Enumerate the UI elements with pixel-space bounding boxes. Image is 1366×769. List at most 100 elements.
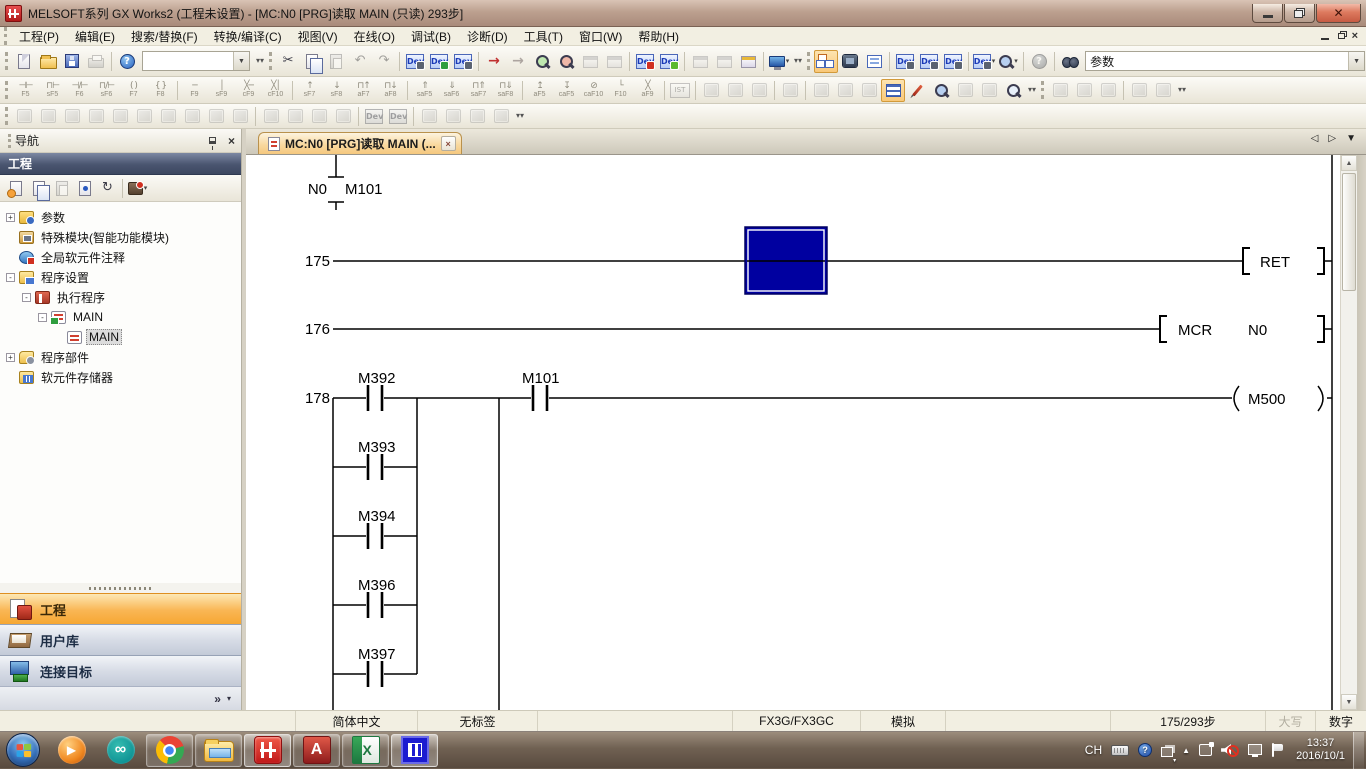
tree-item-program-setting[interactable]: -程序设置 bbox=[0, 267, 241, 287]
ladder-symbol-F5[interactable]: ⊣⊢F5 bbox=[12, 79, 39, 102]
watch-target-combo[interactable]: 参数▼ bbox=[1085, 51, 1365, 71]
scroll-track[interactable] bbox=[1341, 171, 1357, 694]
ladder-symbol-cF10[interactable]: ╳│cF10 bbox=[262, 79, 289, 102]
toolbar-overflow[interactable]: ▾▾ bbox=[1175, 86, 1189, 94]
start-button[interactable] bbox=[6, 733, 40, 767]
mdi-close-button[interactable]: × bbox=[1352, 30, 1358, 42]
scroll-thumb[interactable] bbox=[1342, 173, 1356, 291]
minimize-button[interactable] bbox=[1252, 4, 1283, 23]
device-display-button[interactable]: Dev▾ bbox=[972, 50, 996, 73]
menubar-grip[interactable] bbox=[4, 27, 7, 45]
tray-window-icon[interactable] bbox=[1161, 747, 1173, 757]
combo-dropdown-arrow[interactable]: ▼ bbox=[1348, 52, 1364, 70]
title-bar[interactable]: MELSOFT系列 GX Works2 (工程未设置) - [MC:N0 [PR… bbox=[0, 0, 1366, 27]
ladder-symbol-saF5[interactable]: ⇑saF5 bbox=[411, 79, 438, 102]
help-button[interactable]: ? bbox=[115, 50, 139, 73]
toolbar-overflow[interactable]: ▾▾ bbox=[1025, 86, 1039, 94]
show-hidden-icons[interactable]: ▲ bbox=[1182, 746, 1190, 755]
menu-item-window[interactable]: 窗口(W) bbox=[571, 27, 630, 46]
tree-expander[interactable]: + bbox=[6, 353, 15, 362]
ladder-editor[interactable]: N0 M101 175 RE bbox=[246, 155, 1340, 710]
tree-expander[interactable]: + bbox=[6, 213, 15, 222]
ladder-symbol-F8[interactable]: { }F8 bbox=[147, 79, 174, 102]
menu-item-find-replace[interactable]: 搜索/替换(F) bbox=[123, 27, 206, 46]
tree-item-main-ladder[interactable]: MAIN bbox=[0, 327, 241, 347]
ladder-symbol-sF7[interactable]: ↑sF7 bbox=[296, 79, 323, 102]
document-tab[interactable]: MC:N0 [PRG]读取 MAIN (... × bbox=[258, 132, 462, 154]
nav-footer-chevron[interactable]: » bbox=[214, 692, 221, 706]
menu-item-tools[interactable]: 工具(T) bbox=[516, 27, 571, 46]
dropdown-arrow-icon[interactable]: ▾ bbox=[1014, 57, 1018, 65]
action-center-icon[interactable] bbox=[1271, 743, 1283, 757]
toolbar-overflow[interactable]: ▾▾ bbox=[253, 57, 267, 65]
toolbar-grip[interactable] bbox=[807, 52, 810, 70]
taskbar-clock[interactable]: 13:372016/10/1 bbox=[1296, 737, 1345, 763]
tree-item-execution-program[interactable]: -执行程序 bbox=[0, 287, 241, 307]
nav-refresh-button[interactable]: ↻ bbox=[96, 177, 119, 199]
zoom-button[interactable] bbox=[1001, 79, 1025, 102]
ladder-symbol-saF8[interactable]: ⊓⇓saF8 bbox=[492, 79, 519, 102]
tab-close-button[interactable]: × bbox=[441, 136, 456, 151]
tree-expander[interactable]: - bbox=[22, 293, 31, 302]
nav-new-item-button[interactable] bbox=[4, 177, 27, 199]
toolbar-grip[interactable] bbox=[5, 107, 8, 125]
tab-scroll-right[interactable]: ▷ bbox=[1328, 134, 1336, 144]
ladder-symbol-F7[interactable]: ( )F7 bbox=[120, 79, 147, 102]
scroll-up-button[interactable]: ▲ bbox=[1341, 155, 1357, 171]
device-find-button[interactable]: ▾ bbox=[996, 50, 1020, 73]
menu-item-debug[interactable]: 调试(B) bbox=[403, 27, 459, 46]
verify-with-plc-button[interactable]: Dev bbox=[451, 50, 475, 73]
ladder-symbol-sF9[interactable]: │sF9 bbox=[208, 79, 235, 102]
ladder-symbol-F10[interactable]: └F10 bbox=[607, 79, 634, 102]
mdi-restore-button[interactable] bbox=[1338, 33, 1345, 39]
tray-help-icon[interactable]: ? bbox=[1138, 743, 1152, 757]
ladder-symbol-sF5[interactable]: ⊓⊢sF5 bbox=[39, 79, 66, 102]
toolbar-overflow[interactable]: ▾▾ bbox=[513, 112, 527, 120]
ladder-symbol-aF7[interactable]: ⊓↑aF7 bbox=[350, 79, 377, 102]
tree-expander[interactable]: - bbox=[6, 273, 15, 282]
remove-hardware-icon[interactable] bbox=[1199, 744, 1212, 756]
copy-button[interactable] bbox=[300, 50, 324, 73]
taskbar-chrome[interactable] bbox=[146, 734, 193, 767]
show-desktop-button[interactable] bbox=[1353, 732, 1364, 769]
ladder-symbol-aF9[interactable]: ╳aF9 bbox=[634, 79, 661, 102]
ladder-symbol-aF8[interactable]: ⊓↓aF8 bbox=[377, 79, 404, 102]
ladder-symbol-cF9[interactable]: ╳─cF9 bbox=[235, 79, 262, 102]
cross-reference-button[interactable] bbox=[1058, 50, 1082, 73]
nav-grip[interactable] bbox=[8, 134, 11, 148]
restore-button[interactable] bbox=[1284, 4, 1315, 23]
tab-scroll-left[interactable]: ◁ bbox=[1311, 134, 1319, 144]
read-from-plc-button[interactable]: Dev bbox=[427, 50, 451, 73]
nav-property-button[interactable] bbox=[73, 177, 96, 199]
close-button[interactable]: ✕ bbox=[1316, 4, 1361, 23]
ladder-symbol-F6[interactable]: ⊣/⊢F6 bbox=[66, 79, 93, 102]
ladder-symbol-caF10[interactable]: ⊘caF10 bbox=[580, 79, 607, 102]
menu-item-edit[interactable]: 编辑(E) bbox=[67, 27, 123, 46]
dropdown-arrow-icon[interactable]: ▾ bbox=[144, 184, 148, 192]
nav-button-connection-target[interactable]: 连接目标 bbox=[0, 655, 241, 686]
nav-copy-button[interactable] bbox=[27, 177, 50, 199]
nav-splitter-grip[interactable] bbox=[0, 583, 241, 593]
quick-find-combo[interactable]: ▼ bbox=[142, 51, 250, 71]
function-block-window-button[interactable] bbox=[838, 50, 862, 73]
tree-expander[interactable]: - bbox=[38, 313, 47, 322]
taskbar-windows-explorer[interactable] bbox=[195, 734, 242, 767]
toolbar-grip[interactable] bbox=[5, 52, 8, 70]
simulation-monitor-button[interactable]: ▾ bbox=[767, 50, 791, 73]
tree-item-pou[interactable]: +程序部件 bbox=[0, 347, 241, 367]
ladder-symbol-sF8[interactable]: ↓sF8 bbox=[323, 79, 350, 102]
toolbar-grip[interactable] bbox=[5, 81, 8, 99]
taskbar-excel[interactable] bbox=[342, 734, 389, 767]
dropdown-arrow-icon[interactable]: ▾ bbox=[992, 57, 996, 65]
menu-item-diagnostics[interactable]: 诊断(D) bbox=[459, 27, 516, 46]
note-edit-button[interactable] bbox=[905, 79, 929, 102]
tree-item-main-program-block[interactable]: -MAIN bbox=[0, 307, 241, 327]
tree-item-intelligent-function-module[interactable]: 特殊模块(智能功能模块) bbox=[0, 227, 241, 247]
taskbar-windows-media-player[interactable] bbox=[48, 734, 95, 767]
device-read-mode-button[interactable]: Dev bbox=[657, 50, 681, 73]
nav-sort-filter-button[interactable]: ▾ bbox=[126, 177, 149, 199]
scroll-down-button[interactable]: ▼ bbox=[1341, 694, 1357, 710]
tab-list-dropdown[interactable]: ▼ bbox=[1346, 134, 1356, 144]
ladder-symbol-sF6[interactable]: ⊓/⊢sF6 bbox=[93, 79, 120, 102]
tree-item-global-device-comment[interactable]: 全局软元件注释 bbox=[0, 247, 241, 267]
